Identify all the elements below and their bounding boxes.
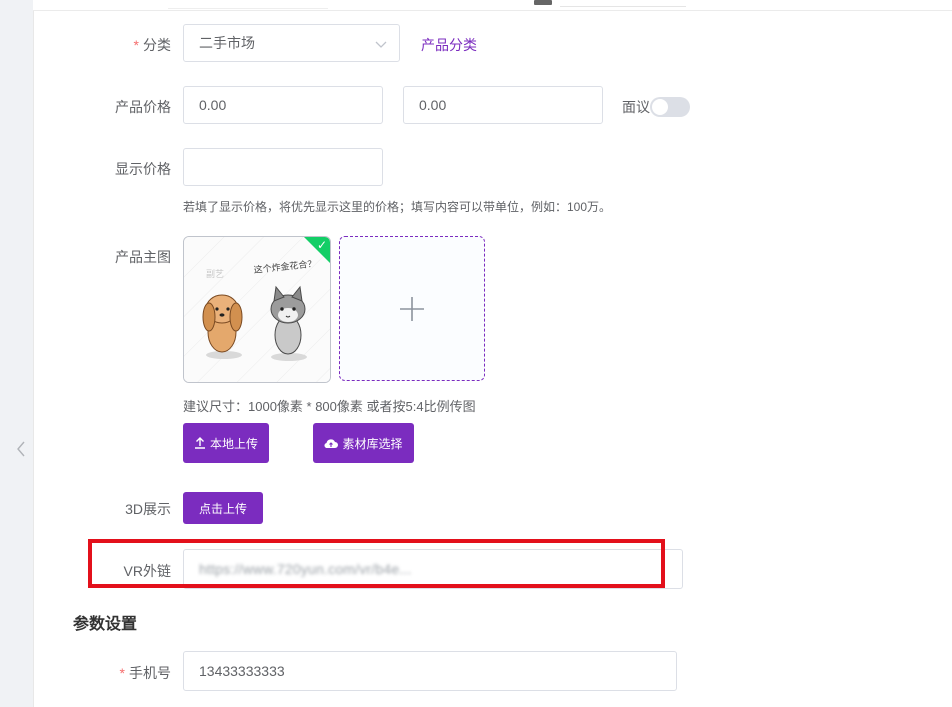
library-select-label: 素材库选择 (342, 436, 403, 451)
main-image-label: 产品主图 (115, 249, 171, 265)
price-max-input[interactable]: 0.00 (403, 86, 603, 124)
category-manage-link[interactable]: 产品分类 (421, 35, 477, 55)
price-min-input[interactable]: 0.00 (183, 86, 383, 124)
display-price-label: 显示价格 (115, 161, 171, 177)
negotiable-switch[interactable] (650, 97, 690, 117)
display-price-input[interactable] (183, 148, 383, 186)
library-select-button[interactable]: 素材库选择 (313, 423, 414, 463)
upload-3d-button[interactable]: 点击上传 (183, 492, 263, 524)
display-price-hint: 若填了显示价格，将优先显示这里的价格；填写内容可以带单位，例如：100万。 (183, 200, 612, 214)
required-mark: * (133, 37, 139, 53)
chevron-down-icon (375, 37, 387, 53)
plus-icon (400, 296, 424, 321)
phone-label-text: 手机号 (129, 665, 171, 681)
local-upload-label: 本地上传 (209, 436, 258, 451)
top-bar-field-2 (560, 0, 686, 7)
top-bar-field (168, 0, 328, 9)
main-image-thumbnail[interactable]: 这个炸金花合？ 副艺 ✓ (183, 236, 331, 383)
category-label-text: 分类 (143, 37, 171, 53)
category-select[interactable]: 二手市场 (183, 24, 400, 62)
phone-input[interactable]: 13433333333 (183, 651, 677, 691)
params-section-title: 参数设置 (73, 616, 138, 633)
price-label: 产品价格 (115, 99, 171, 115)
phone-label: * 手机号 (120, 663, 171, 683)
image-upload-box[interactable] (339, 236, 485, 381)
required-mark: * (119, 665, 125, 681)
top-bar-icon (534, 0, 552, 5)
negotiable-label: 面议 (622, 99, 650, 115)
category-label: * 分类 (134, 35, 171, 55)
highlight-box (88, 539, 665, 588)
sidebar-rail (0, 0, 34, 707)
thumb-watermark: 副艺 (206, 269, 224, 280)
collapse-toggle[interactable] (12, 432, 30, 466)
switch-knob (652, 99, 668, 115)
local-upload-button[interactable]: 本地上传 (183, 423, 269, 463)
top-bar (33, 0, 952, 11)
upload-icon (194, 437, 205, 449)
display-3d-label: 3D展示 (125, 501, 171, 517)
cloud-upload-icon (324, 438, 339, 448)
category-select-value: 二手市场 (199, 35, 255, 51)
check-icon: ✓ (316, 238, 327, 252)
image-size-hint: 建议尺寸：1000像素 * 800像素 或者按5:4比例传图 (183, 399, 476, 414)
chevron-left-icon (17, 441, 25, 457)
